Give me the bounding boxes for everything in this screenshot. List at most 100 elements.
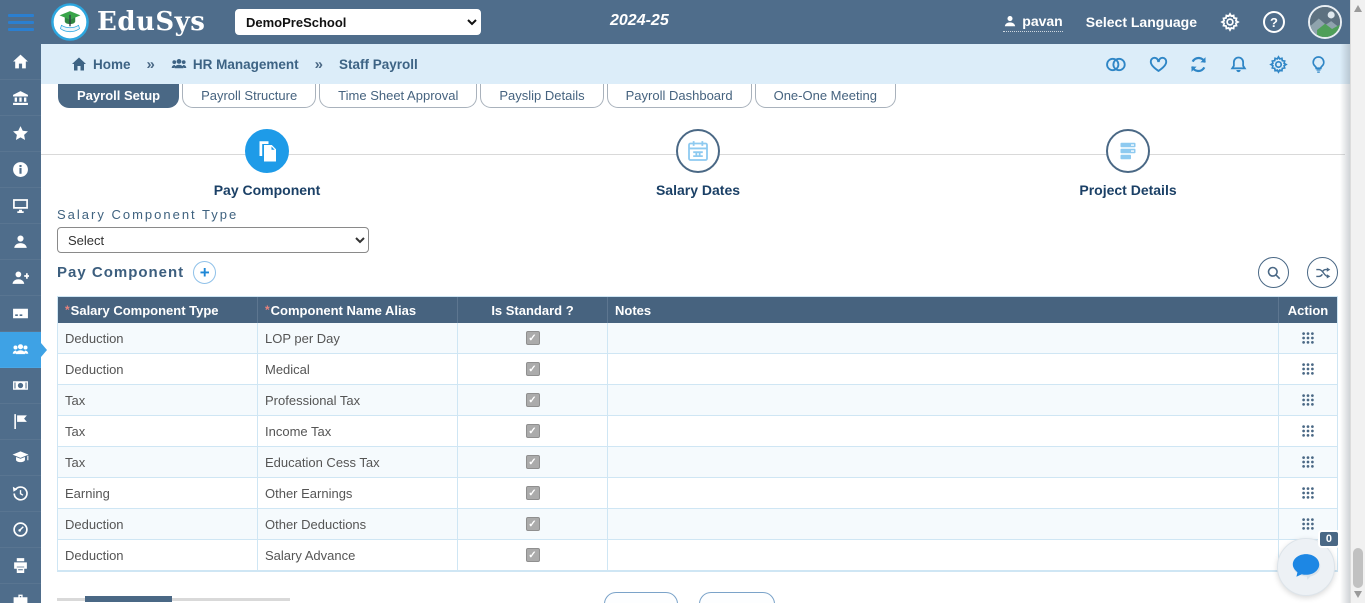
table-header-row: * Salary Component Type * Component Name Al… [58, 297, 1337, 323]
cell-action [1279, 323, 1337, 353]
help-icon[interactable]: ? [1263, 11, 1285, 33]
bottom-button-left[interactable] [604, 592, 678, 603]
gear-icon[interactable] [1220, 12, 1240, 32]
info-icon [12, 161, 29, 178]
is-standard-checkbox[interactable]: ✓ [525, 548, 540, 562]
sidebar-item-profile[interactable] [0, 224, 41, 260]
tab-one-one-meeting[interactable]: One-One Meeting [754, 84, 896, 108]
action-grid-icon[interactable] [1301, 517, 1315, 531]
action-grid-icon[interactable] [1301, 455, 1315, 469]
avatar[interactable] [1308, 5, 1342, 39]
wizard-step-label: Project Details [1079, 182, 1177, 198]
scroll-down-arrow-icon[interactable] [1354, 591, 1362, 598]
tab-payslip-details[interactable]: Payslip Details [480, 84, 604, 108]
cell-notes [608, 385, 1279, 415]
cell-is-standard: ✓ [458, 478, 608, 508]
required-asterisk: * [265, 303, 270, 317]
cell-component-type: Deduction [58, 509, 258, 539]
scroll-up-arrow-icon[interactable] [1354, 5, 1362, 12]
cell-action [1279, 478, 1337, 508]
tab-payroll-setup[interactable]: Payroll Setup [58, 84, 180, 108]
gear-icon[interactable] [1269, 54, 1288, 74]
school-select[interactable]: DemoPreSchool [235, 9, 481, 35]
tab-label: Payroll Structure [201, 88, 298, 103]
is-standard-checkbox[interactable]: ✓ [525, 486, 540, 500]
cell-component-type: Tax [58, 385, 258, 415]
column-header: Notes [608, 297, 1279, 323]
is-standard-checkbox[interactable]: ✓ [525, 331, 540, 345]
sidebar-item-admissions[interactable] [0, 260, 41, 296]
breadcrumb-separator: » [146, 55, 155, 73]
cell-is-standard: ✓ [458, 509, 608, 539]
home-icon [12, 53, 29, 70]
plus-icon[interactable]: + [193, 261, 217, 284]
is-standard-checkbox[interactable]: ✓ [525, 424, 540, 438]
sidebar-item-hr-management[interactable] [0, 332, 47, 368]
hamburger-menu-icon[interactable] [0, 0, 41, 44]
shuffle-button[interactable] [1307, 257, 1338, 288]
toggle-icon[interactable] [1104, 55, 1128, 74]
tab-payroll-dashboard[interactable]: Payroll Dashboard [606, 84, 752, 108]
is-standard-checkbox[interactable]: ✓ [525, 362, 540, 376]
is-standard-checkbox[interactable]: ✓ [525, 455, 540, 469]
lightbulb-icon[interactable] [1309, 55, 1328, 74]
table-row: Tax Education Cess Tax ✓ [58, 447, 1337, 478]
action-grid-icon[interactable] [1301, 486, 1315, 500]
sidebar-item-history[interactable] [0, 476, 41, 512]
vertical-scroll-thumb[interactable] [1353, 548, 1363, 588]
sidebar-item-briefcase[interactable] [0, 584, 41, 603]
refresh-icon[interactable] [1189, 55, 1208, 74]
action-grid-icon[interactable] [1301, 393, 1315, 407]
sidebar-item-academics[interactable] [0, 440, 41, 476]
horizontal-scrollbar [57, 596, 290, 602]
table-row: Earning Other Earnings ✓ [58, 478, 1337, 509]
cell-is-standard: ✓ [458, 385, 608, 415]
sidebar-item-info[interactable] [0, 152, 41, 188]
wizard-step-project-details: Project Details [1048, 129, 1208, 198]
is-standard-checkbox[interactable]: ✓ [525, 517, 540, 531]
table-row: Deduction LOP per Day ✓ [58, 323, 1337, 354]
cell-notes [608, 323, 1279, 353]
graduation-cap-icon [12, 449, 29, 466]
bottom-button-right[interactable] [699, 592, 775, 603]
sidebar-item-flag[interactable] [0, 404, 41, 440]
section-title: Pay Component [57, 264, 185, 281]
user-menu[interactable]: pavan [1003, 13, 1063, 32]
breadcrumb-home[interactable]: Home [71, 56, 131, 72]
calendar-icon [686, 139, 710, 163]
wizard-step-label: Pay Component [213, 182, 321, 198]
column-header: Is Standard ? [458, 297, 608, 323]
wizard-step-circle[interactable] [1106, 129, 1150, 173]
sidebar-item-time[interactable] [0, 512, 41, 548]
sidebar-item-monitor[interactable] [0, 188, 41, 224]
section-header: Pay Component + [57, 261, 217, 284]
tab-label: Payroll Setup [77, 88, 161, 103]
sidebar-item-institution[interactable] [0, 80, 41, 116]
cell-notes [608, 354, 1279, 384]
sidebar-item-favorites[interactable] [0, 116, 41, 152]
sidebar-item-print[interactable] [0, 548, 41, 584]
tab-time-sheet-approval[interactable]: Time Sheet Approval [319, 84, 478, 108]
action-grid-icon[interactable] [1301, 424, 1315, 438]
is-standard-checkbox[interactable]: ✓ [525, 393, 540, 407]
wizard-step-pay-component: Pay Component [187, 129, 347, 198]
sidebar-item-card[interactable] [0, 296, 41, 332]
heart-icon[interactable] [1149, 55, 1168, 74]
salary-component-type-select[interactable]: Select [57, 227, 369, 253]
scroll-thumb[interactable] [85, 596, 172, 602]
vertical-scrollbar[interactable] [1350, 0, 1365, 603]
sidebar-item-finance[interactable] [0, 368, 41, 404]
bell-icon[interactable] [1229, 55, 1248, 74]
wizard-step-circle[interactable] [676, 129, 720, 173]
breadcrumb-hr-management[interactable]: HR Management [171, 56, 299, 72]
select-language-button[interactable]: Select Language [1086, 14, 1197, 30]
wizard-step-label: Salary Dates [655, 182, 741, 198]
brand-block[interactable]: EduSys [51, 3, 205, 41]
tab-payroll-structure[interactable]: Payroll Structure [182, 84, 317, 108]
table-row: Deduction Other Deductions ✓ [58, 509, 1337, 540]
sidebar-item-home[interactable] [0, 44, 41, 80]
wizard-step-circle[interactable] [245, 129, 289, 173]
action-grid-icon[interactable] [1301, 331, 1315, 345]
action-grid-icon[interactable] [1301, 362, 1315, 376]
search-button[interactable] [1258, 257, 1289, 288]
